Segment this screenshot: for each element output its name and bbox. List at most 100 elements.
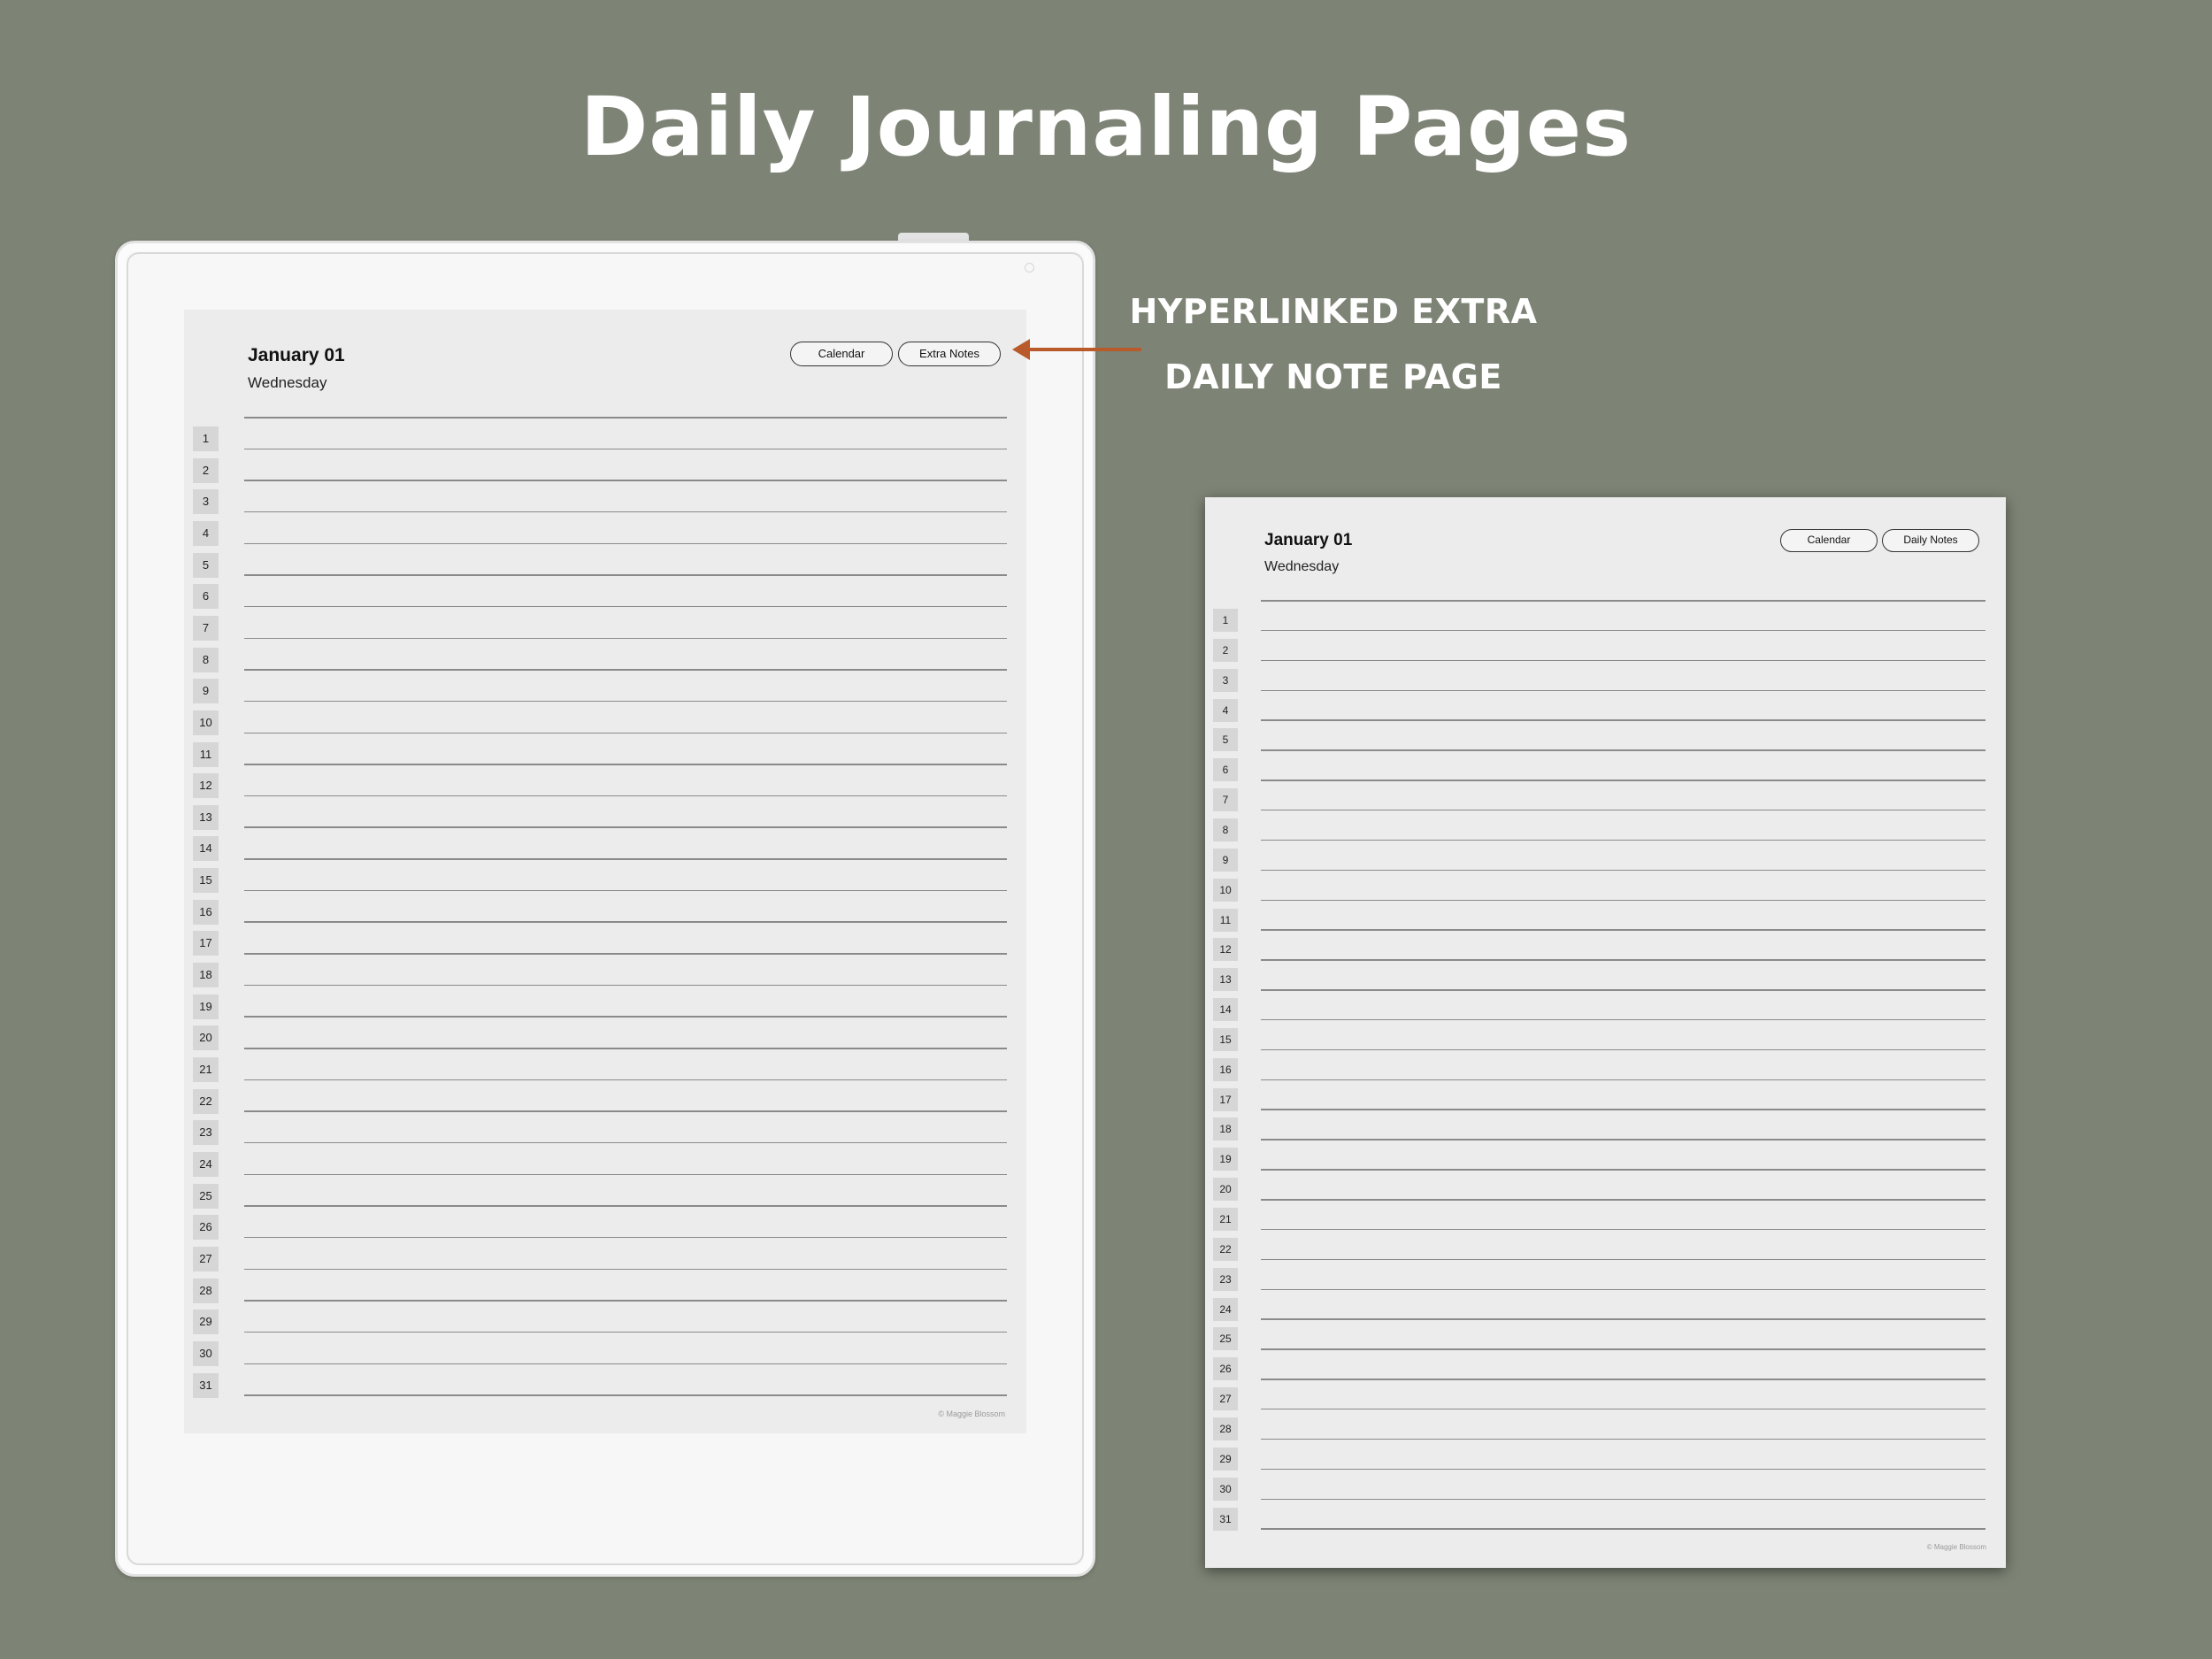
journal-line[interactable] — [1261, 899, 1985, 901]
journal-line[interactable] — [1261, 809, 1985, 811]
journal-line[interactable] — [1261, 780, 1985, 781]
line-number: 9 — [1213, 848, 1238, 872]
journal-line[interactable] — [244, 921, 1007, 923]
line-number: 2 — [193, 457, 219, 483]
line-number: 17 — [1213, 1087, 1238, 1111]
journal-line[interactable] — [1261, 929, 1985, 931]
journal-line[interactable] — [1261, 869, 1985, 872]
line-number: 15 — [193, 868, 219, 894]
journal-line[interactable] — [244, 480, 1007, 481]
extra-notes-link-button[interactable]: Extra Notes — [898, 342, 1001, 366]
line-number: 4 — [1213, 698, 1238, 722]
calendar-link-button[interactable]: Calendar — [1780, 529, 1878, 552]
line-number: 25 — [193, 1183, 219, 1209]
journal-line[interactable] — [244, 700, 1007, 703]
journal-line[interactable] — [1261, 1079, 1985, 1081]
journal-line[interactable] — [1261, 1228, 1985, 1231]
journal-line[interactable] — [244, 764, 1007, 765]
line-number: 9 — [193, 679, 219, 704]
line-number: 23 — [1213, 1267, 1238, 1291]
line-number: 27 — [193, 1246, 219, 1271]
journal-line[interactable] — [244, 1300, 1007, 1302]
line-number: 21 — [193, 1057, 219, 1082]
line-number: 17 — [193, 931, 219, 956]
journal-line[interactable] — [244, 1048, 1007, 1049]
journal-line[interactable] — [1261, 839, 1985, 841]
line-number: 19 — [1213, 1148, 1238, 1171]
journal-line[interactable] — [1261, 1258, 1985, 1261]
journal-line[interactable] — [244, 637, 1007, 640]
journal-line[interactable] — [1261, 749, 1985, 751]
journal-line[interactable] — [244, 574, 1007, 576]
journal-line[interactable] — [244, 1173, 1007, 1176]
line-number: 24 — [193, 1151, 219, 1177]
journal-line[interactable] — [1261, 1169, 1985, 1171]
copyright-text: © Maggie Blossom — [938, 1409, 1005, 1418]
line-number: 28 — [193, 1278, 219, 1303]
date-title: January 01 — [1264, 531, 1353, 549]
daily-notes-link-button[interactable]: Daily Notes — [1882, 529, 1979, 552]
journal-line[interactable] — [1261, 719, 1985, 721]
journal-line[interactable] — [1261, 1139, 1985, 1141]
callout-line-1: HYPERLINKED EXTRA — [1129, 292, 1538, 331]
journal-line[interactable] — [244, 1079, 1007, 1081]
journal-line[interactable] — [1261, 1528, 1985, 1530]
journal-line[interactable] — [1261, 989, 1985, 991]
journal-line[interactable] — [244, 1110, 1007, 1112]
line-number: 29 — [1213, 1447, 1238, 1471]
line-number: 8 — [193, 647, 219, 672]
device-sensor-icon — [1025, 263, 1034, 273]
journal-line[interactable] — [244, 858, 1007, 860]
header-rule — [1261, 600, 1985, 602]
line-number: 28 — [1213, 1417, 1238, 1440]
line-number: 3 — [193, 489, 219, 515]
journal-line[interactable] — [244, 669, 1007, 671]
journal-line[interactable] — [244, 984, 1007, 987]
line-number: 16 — [1213, 1057, 1238, 1081]
line-number: 23 — [193, 1120, 219, 1146]
journal-line[interactable] — [244, 542, 1007, 545]
journal-line[interactable] — [1261, 1468, 1985, 1471]
line-number: 25 — [1213, 1327, 1238, 1351]
journal-line[interactable] — [244, 605, 1007, 608]
journal-line[interactable] — [244, 1363, 1007, 1364]
journal-line[interactable] — [1261, 629, 1985, 632]
journal-line[interactable] — [244, 511, 1007, 513]
line-number: 6 — [193, 584, 219, 610]
journal-line[interactable] — [1261, 1109, 1985, 1110]
journal-line[interactable] — [1261, 1379, 1985, 1380]
journal-line[interactable] — [244, 826, 1007, 828]
journal-line[interactable] — [244, 795, 1007, 797]
journal-line[interactable] — [244, 953, 1007, 955]
journal-line[interactable] — [1261, 1018, 1985, 1021]
journal-line[interactable] — [1261, 1348, 1985, 1350]
journal-line[interactable] — [1261, 1318, 1985, 1320]
journal-line[interactable] — [244, 1236, 1007, 1239]
weekday-label: Wednesday — [248, 374, 327, 391]
journal-line[interactable] — [244, 732, 1007, 733]
journal-line[interactable] — [1261, 1199, 1985, 1201]
journal-line[interactable] — [244, 1331, 1007, 1333]
journal-page-primary: January 01 Wednesday Calendar Extra Note… — [184, 310, 1026, 1433]
journal-line[interactable] — [1261, 1498, 1985, 1500]
date-title: January 01 — [248, 345, 345, 365]
calendar-link-button[interactable]: Calendar — [790, 342, 893, 366]
journal-line[interactable] — [1261, 689, 1985, 692]
journal-line[interactable] — [244, 1268, 1007, 1271]
journal-line[interactable] — [1261, 659, 1985, 662]
line-number: 7 — [1213, 788, 1238, 812]
journal-line[interactable] — [244, 889, 1007, 892]
journal-line[interactable] — [1261, 1288, 1985, 1291]
journal-line[interactable] — [1261, 1048, 1985, 1051]
journal-line[interactable] — [1261, 1408, 1985, 1410]
journal-line[interactable] — [1261, 959, 1985, 961]
journal-line[interactable] — [1261, 1438, 1985, 1440]
journal-line[interactable] — [244, 1205, 1007, 1207]
journal-line[interactable] — [244, 448, 1007, 450]
journal-line[interactable] — [244, 1016, 1007, 1018]
journal-line[interactable] — [244, 1394, 1007, 1396]
line-number: 20 — [1213, 1178, 1238, 1202]
line-number: 22 — [1213, 1237, 1238, 1261]
journal-line[interactable] — [244, 1141, 1007, 1144]
line-number: 18 — [193, 963, 219, 988]
